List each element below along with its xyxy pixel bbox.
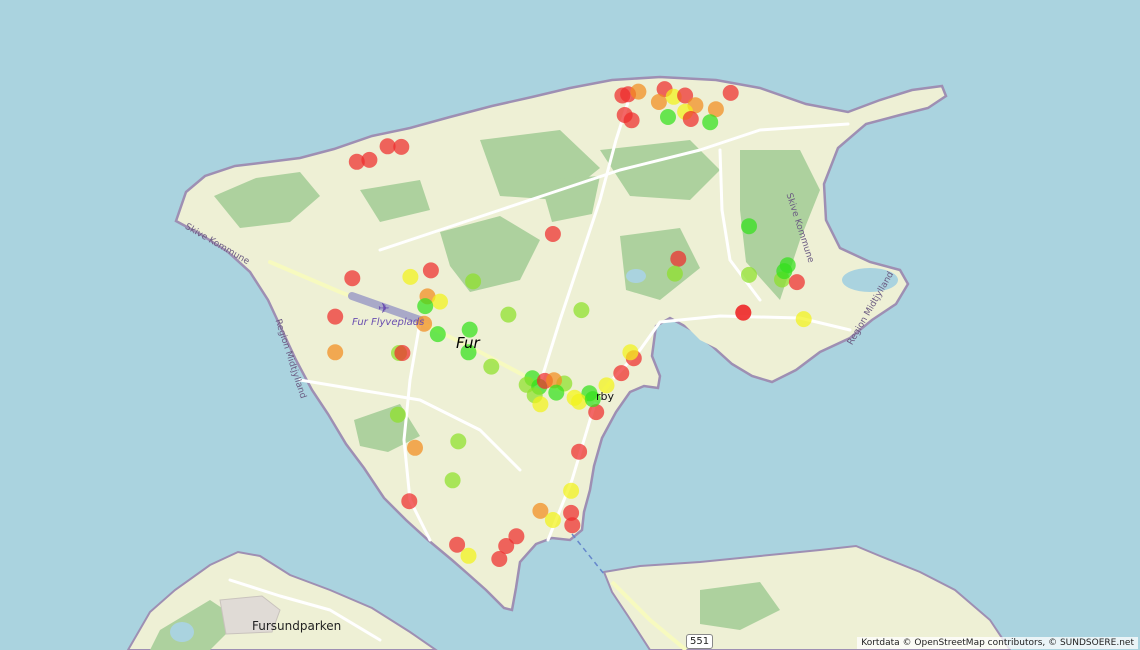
map-marker-red[interactable]	[623, 112, 640, 129]
map-marker-yellow[interactable]	[460, 547, 477, 564]
map-marker-lime[interactable]	[465, 273, 482, 290]
map-marker-lime[interactable]	[741, 266, 757, 283]
map-marker-lime[interactable]	[389, 406, 406, 423]
map-marker-red[interactable]	[401, 493, 418, 510]
road-number-badge: 551	[686, 634, 714, 649]
map-marker-lime[interactable]	[500, 306, 517, 323]
map-marker-red[interactable]	[422, 262, 439, 279]
map-marker-yellow[interactable]	[622, 344, 639, 361]
island-label: Fur	[456, 334, 480, 352]
map-marker-red[interactable]	[735, 304, 752, 321]
map-marker-green[interactable]	[660, 109, 676, 125]
map-marker-yellow[interactable]	[563, 482, 580, 499]
map-marker-lime[interactable]	[450, 433, 467, 450]
map-marker-green[interactable]	[702, 114, 719, 131]
map-marker-red[interactable]	[571, 443, 588, 460]
map-marker-lime[interactable]	[444, 472, 461, 489]
map-marker-red[interactable]	[544, 226, 561, 242]
airport-label: Fur Flyveplads	[352, 317, 425, 328]
map-marker-red[interactable]	[722, 84, 739, 101]
map-marker-lime[interactable]	[573, 302, 590, 319]
map-marker-red[interactable]	[361, 151, 378, 168]
map-attribution: Kortdata © OpenStreetMap contributors, ©…	[857, 637, 1138, 649]
map-marker-red[interactable]	[682, 111, 699, 127]
map-marker-green[interactable]	[429, 326, 446, 343]
map-marker-red[interactable]	[564, 517, 581, 534]
map-marker-yellow[interactable]	[532, 396, 549, 413]
airport-icon: ✈	[378, 301, 390, 317]
map-marker-red[interactable]	[788, 274, 805, 291]
map-base: ✈	[0, 0, 1140, 650]
map-marker-orange[interactable]	[327, 344, 344, 361]
map-marker-yellow[interactable]	[432, 293, 448, 310]
map-marker-lime[interactable]	[666, 265, 683, 282]
map-marker-green[interactable]	[776, 263, 793, 280]
map-marker-red[interactable]	[379, 138, 396, 155]
map-marker-red[interactable]	[327, 308, 344, 325]
map-view[interactable]: ✈ Fur Fur Flyveplads rby Fursundparken 5…	[0, 0, 1140, 650]
map-marker-lime[interactable]	[483, 358, 500, 375]
map-marker-orange[interactable]	[650, 94, 667, 110]
map-marker-red[interactable]	[670, 250, 687, 267]
map-marker-red[interactable]	[393, 138, 410, 155]
map-marker-yellow[interactable]	[795, 311, 812, 328]
map-marker-orange[interactable]	[407, 439, 423, 456]
fursundparken-label: Fursundparken	[252, 619, 342, 633]
map-marker-yellow[interactable]	[571, 393, 588, 410]
map-marker-green[interactable]	[417, 298, 434, 315]
map-marker-orange[interactable]	[630, 83, 647, 100]
map-marker-yellow[interactable]	[544, 512, 561, 528]
map-marker-yellow[interactable]	[402, 268, 419, 285]
map-marker-red[interactable]	[394, 345, 411, 361]
map-marker-red[interactable]	[613, 365, 630, 382]
map-marker-green[interactable]	[548, 384, 565, 401]
map-marker-red[interactable]	[491, 551, 508, 567]
map-marker-red[interactable]	[344, 270, 361, 287]
town-label: rby	[596, 390, 615, 403]
map-marker-green[interactable]	[741, 218, 757, 235]
